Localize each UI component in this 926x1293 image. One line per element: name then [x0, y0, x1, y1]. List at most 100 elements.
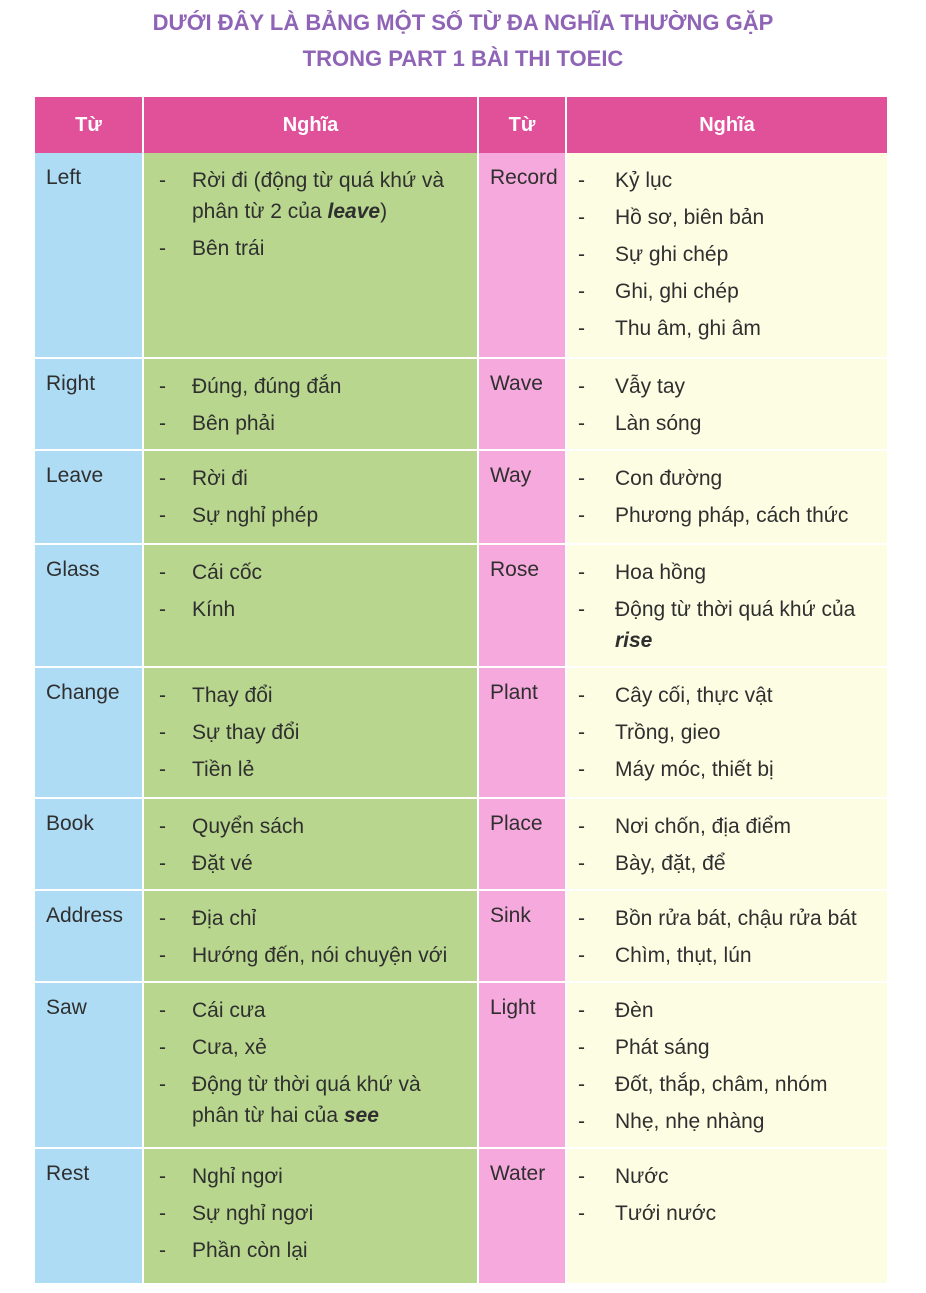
meaning-text: Đèn [615, 999, 654, 1022]
meaning-item: Nơi chốn, địa điểm [567, 811, 879, 842]
meaning-text: Vẫy tay [615, 375, 686, 398]
meaning-text: Sự nghỉ phép [192, 504, 319, 527]
meaning-list: Vẫy tay Làn sóng [567, 359, 887, 449]
table-row: Right Đúng, đúng đắn Bên phải Wave Vẫy tay Là… [35, 358, 887, 451]
meaning-item: Thu âm, ghi âm [567, 313, 879, 344]
header-meaning-2: Nghĩa [566, 97, 887, 153]
meaning-text: Bày, đặt, để [615, 852, 726, 875]
meaning-item: Sự ghi chép [567, 239, 879, 270]
word-text: Place [490, 812, 543, 835]
meaning-text: Làn sóng [615, 412, 702, 435]
meaning-text: Nghỉ ngơi [192, 1165, 283, 1188]
word-text: Glass [46, 558, 100, 581]
meaning-cell-right: Con đường Phương pháp, cách thức [566, 450, 887, 545]
meaning-cell-left: Quyển sách Đặt vé [143, 798, 479, 891]
meaning-text: Thu âm, ghi âm [615, 317, 761, 340]
meaning-emphasis: leave [327, 200, 381, 223]
word-text: Wave [490, 372, 543, 395]
meaning-text: Hoa hồng [615, 561, 707, 584]
meaning-text: Kính [192, 598, 236, 621]
meaning-text: Máy móc, thiết bị [615, 758, 774, 781]
meaning-item: Sự nghỉ ngơi [144, 1198, 469, 1229]
meaning-cell-left: Thay đổi Sự thay đổi Tiền lẻ [143, 667, 479, 799]
meaning-item: Đúng, đúng đắn [144, 371, 469, 402]
meaning-text: Nước [615, 1165, 669, 1188]
meaning-item: Cái cốc [144, 557, 469, 588]
meaning-list: Đúng, đúng đắn Bên phải [144, 359, 477, 449]
word-cell-left: Glass [35, 544, 144, 668]
meaning-item: Đặt vé [144, 848, 469, 879]
vocabulary-table: Từ Nghĩa Từ Nghĩa Left Rời đi (động từ qu… [35, 97, 887, 1285]
meaning-list: Hoa hồng Động từ thời quá khứ của rise [567, 545, 887, 666]
word-cell-right: Water [478, 1148, 567, 1285]
table-row: Rest Nghỉ ngơi Sự nghỉ ngơi Phần còn lại Wat… [35, 1148, 887, 1285]
meaning-text: Sự nghỉ ngơi [192, 1202, 314, 1225]
meaning-item: Trồng, gieo [567, 717, 879, 748]
meaning-cell-right: Kỷ lục Hồ sơ, biên bản Sự ghi chép Ghi, ghi… [566, 153, 887, 359]
word-cell-right: Record [478, 153, 567, 359]
meaning-text: Cưa, xẻ [192, 1036, 267, 1059]
meaning-text: Tưới nước [615, 1202, 717, 1225]
word-cell-right: Light [478, 982, 567, 1149]
meaning-item: Phần còn lại [144, 1235, 469, 1266]
meaning-text: Cây cối, thực vật [615, 684, 773, 707]
word-cell-right: Wave [478, 358, 567, 451]
word-cell-left: Saw [35, 982, 144, 1149]
meaning-item: Con đường [567, 463, 879, 494]
meaning-cell-left: Cái cốc Kính [143, 544, 479, 668]
meaning-cell-left: Rời đi Sự nghỉ phép [143, 450, 479, 545]
meaning-cell-left: Đúng, đúng đắn Bên phải [143, 358, 479, 451]
word-cell-right: Way [478, 450, 567, 545]
meaning-text: Đốt, thắp, châm, nhóm [615, 1073, 828, 1096]
meaning-text: Rời đi (động từ quá khứ và phân từ 2 của [192, 169, 445, 223]
meaning-list: Con đường Phương pháp, cách thức [567, 451, 887, 541]
meaning-item: Ghi, ghi chép [567, 276, 879, 307]
word-cell-left: Left [35, 153, 144, 359]
word-text: Left [46, 166, 82, 189]
table-row: Left Rời đi (động từ quá khứ và phân từ 2… [35, 153, 887, 359]
meaning-emphasis: see [343, 1104, 379, 1127]
meaning-text: Hồ sơ, biên bản [615, 206, 765, 229]
meaning-text: Nơi chốn, địa điểm [615, 815, 792, 838]
meaning-text: Cái cưa [192, 999, 266, 1022]
meaning-list: Rời đi (động từ quá khứ và phân từ 2 của… [144, 153, 477, 274]
meaning-list: Thay đổi Sự thay đổi Tiền lẻ [144, 668, 477, 795]
meaning-text: Rời đi [192, 467, 248, 490]
meaning-item: Máy móc, thiết bị [567, 754, 879, 785]
meaning-text: Cái cốc [192, 561, 263, 584]
table-row: Address Địa chỉ Hướng đến, nói chuyện với S… [35, 890, 887, 983]
meaning-text: Phương pháp, cách thức [615, 504, 849, 527]
word-text: Leave [46, 464, 104, 487]
meaning-text: Chìm, thụt, lún [615, 944, 752, 967]
word-text: Plant [490, 681, 538, 704]
word-text: Rest [46, 1162, 90, 1185]
word-text: Water [490, 1162, 546, 1185]
meaning-item: Tiền lẻ [144, 754, 469, 785]
meaning-text: Con đường [615, 467, 723, 490]
table-row: Book Quyển sách Đặt vé Place Nơi chốn, địa đ… [35, 798, 887, 891]
meaning-item: Cây cối, thực vật [567, 680, 879, 711]
meaning-text: Thay đổi [192, 684, 273, 707]
meaning-item: Sự nghỉ phép [144, 500, 469, 531]
meaning-text: Địa chỉ [192, 907, 257, 930]
word-text: Sink [490, 904, 531, 927]
meaning-cell-right: Nơi chốn, địa điểm Bày, đặt, để [566, 798, 887, 891]
word-text: Right [46, 372, 96, 395]
meaning-item: Hướng đến, nói chuyện với [144, 940, 469, 971]
meaning-item: Làn sóng [567, 408, 879, 439]
word-text: Way [490, 464, 532, 487]
meaning-emphasis: rise [615, 629, 653, 652]
meaning-text: Ghi, ghi chép [615, 280, 739, 303]
meaning-list: Cái cưa Cưa, xẻ Động từ thời quá khứ và ph… [144, 983, 477, 1141]
header-word-2: Từ [478, 97, 567, 153]
meaning-text: Quyển sách [192, 815, 305, 838]
word-cell-left: Address [35, 890, 144, 983]
meaning-text: Động từ thời quá khứ và phân từ hai của [192, 1073, 421, 1127]
meaning-cell-right: Bồn rửa bát, chậu rửa bát Chìm, thụt, lún [566, 890, 887, 983]
word-cell-left: Change [35, 667, 144, 799]
meaning-list: Địa chỉ Hướng đến, nói chuyện với [144, 891, 477, 981]
meaning-text: Bên trái [192, 237, 265, 260]
header-word-1: Từ [35, 97, 144, 153]
meaning-item: Địa chỉ [144, 903, 469, 934]
word-cell-right: Rose [478, 544, 567, 668]
